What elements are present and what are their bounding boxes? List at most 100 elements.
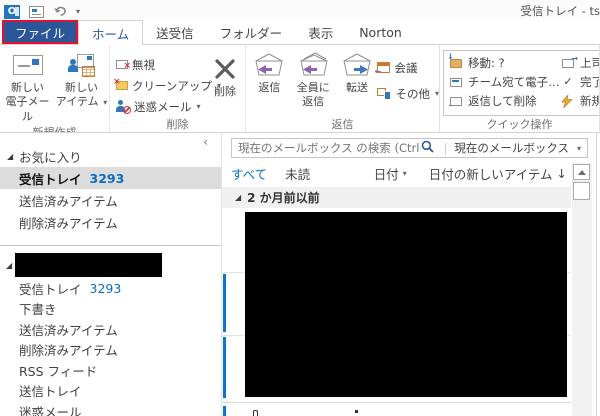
redacted-account-name [15,253,162,277]
sidebar-item-drafts[interactable]: 下書き [0,299,221,320]
reply-all-icon [296,49,330,81]
sidebar-item-sent-favorite[interactable]: 送信済みアイテム [0,189,221,211]
date-group-header[interactable]: ◢ 2 か月前以前 [222,187,571,208]
sidebar-divider [0,245,221,246]
sidebar-item-deleted-favorite[interactable]: 削除済みアイテム [0,211,221,233]
sidebar-item-inbox-favorite[interactable]: 受信トレイ 3293 [0,167,221,189]
folder-label: 受信トレイ [19,279,82,298]
junk-button[interactable]: 迷惑メール ▾ [116,98,208,115]
search-scope-value[interactable]: 現在のメールボックス [454,140,569,156]
junk-dropdown-icon: ▾ [197,102,201,111]
quick-step-create-new[interactable]: 新規 [561,91,600,110]
ignore-label: 無視 [132,57,155,73]
undo-icon[interactable] [53,2,67,21]
favorites-header[interactable]: ◢ お気に入り [0,145,221,167]
message-list-scrollbar[interactable] [572,163,592,416]
sort-by-date[interactable]: 日付 ▾ [374,164,407,183]
forward-icon [341,49,373,81]
filter-unread[interactable]: 未読 [285,164,310,183]
ignore-icon: × [116,60,128,69]
search-icon[interactable] [421,140,434,156]
tab-home[interactable]: ホーム [78,20,143,45]
forward-label: 転送 [346,81,368,95]
scroll-up-icon [578,170,586,175]
new-items-label-2: アイテム [56,95,99,108]
ignore-button[interactable]: × 無視 [116,56,208,73]
reply-all-button[interactable]: 全員に 返信 [290,45,337,116]
delete-button[interactable]: 削除 [208,45,242,116]
folder-pane: ‹ ◢ お気に入り 受信トレイ 3293 送信済みアイテム 削除済みアイテム ◢… [0,133,222,416]
folder-label: 受信トレイ [19,169,82,188]
quick-steps-gallery: ↓ 移動: ? チーム宛て電子… ← 返信して削除 → 上司 ✓ 完了 [443,50,600,116]
quick-step-reply-delete[interactable]: ← 返信して削除 [449,91,561,110]
new-items-label-1: 新しい [65,81,98,95]
tab-norton[interactable]: Norton [346,20,415,44]
reply-button[interactable]: 返信 [249,45,290,116]
redacted-message-list[interactable] [245,212,567,397]
group-label-quick-steps: クイック操作 [440,116,599,132]
meeting-icon: ← [377,62,390,73]
sidebar-item-deleted[interactable]: 削除済みアイテム [0,340,221,361]
more-respond-button[interactable]: その他 ▾ [377,85,439,102]
junk-icon [116,100,130,113]
quick-step-create-new-label: 新規 [580,93,600,109]
account-expand-icon[interactable]: ◢ [6,261,12,270]
search-box[interactable]: | 現在のメールボックス ▾ [231,138,588,158]
search-scope-dropdown-icon[interactable]: ▾ [577,144,581,153]
tab-file[interactable]: ファイル [2,20,78,44]
unread-count: 3293 [90,281,122,296]
cleanup-label: クリーンアップ [132,78,212,94]
team-email-icon [449,76,463,88]
meeting-button[interactable]: ← 会議 [377,59,439,76]
qat-customize-dropdown-icon[interactable]: ▾ [76,7,80,16]
tab-send-receive[interactable]: 送受信 [143,20,207,44]
favorites-expand-icon[interactable]: ◢ [7,152,13,161]
folder-label: 送信済みアイテム [19,191,118,210]
sidebar-item-junk[interactable]: 迷惑メール [0,401,221,416]
quick-step-done[interactable]: ✓ 完了 [561,72,600,91]
to-manager-icon: → [561,57,575,69]
scrollbar-thumb[interactable] [573,182,590,200]
cleanup-button[interactable]: × クリーンアップ ▾ [116,77,208,94]
sidebar-item-outbox[interactable]: 送信トレイ [0,381,221,402]
send-receive-icon[interactable] [29,6,44,18]
group-label-delete: 削除 [110,116,245,132]
message-list-body [222,208,571,416]
folder-label: 迷惑メール [19,402,82,416]
ribbon-group-quick-steps: ↓ 移動: ? チーム宛て電子… ← 返信して削除 → 上司 ✓ 完了 [440,45,600,132]
filter-sort-row: すべて 未読 日付 ▾ 日付の新しいアイテム ↓ [231,162,571,184]
quick-access-toolbar: O ▾ [4,2,80,21]
reply-all-label-1: 全員に [297,81,330,95]
sort-by-dropdown-icon: ▾ [403,169,407,178]
sidebar-item-sent[interactable]: 送信済みアイテム [0,319,221,340]
quick-step-team-email[interactable]: チーム宛て電子… [449,72,561,91]
tab-view[interactable]: 表示 [295,20,346,44]
filter-all[interactable]: すべて [231,164,267,183]
more-respond-dropdown-icon: ▾ [435,89,439,98]
search-input[interactable] [238,141,421,155]
new-items-button[interactable]: 新しい アイテム ▾ [56,45,108,124]
junk-label: 迷惑メール [134,99,192,115]
attachment-icon [253,410,258,416]
create-new-lightning-icon [561,95,575,107]
group-expand-icon[interactable]: ◢ [235,193,241,202]
new-email-button[interactable]: 新しい 電子メール [2,45,54,124]
sidebar-item-inbox[interactable]: 受信トレイ 3293 [0,278,221,299]
main-content: ‹ ◢ お気に入り 受信トレイ 3293 送信済みアイテム 削除済みアイテム ◢… [0,133,600,416]
minimize-folder-pane-icon[interactable]: ‹ [203,135,208,149]
forward-button[interactable]: 転送 [337,45,378,116]
quick-step-move[interactable]: ↓ 移動: ? [449,53,561,72]
scroll-up-button[interactable] [573,164,590,180]
ribbon-group-new: 新しい 電子メール 新しい アイテム ▾ 新規作成 [0,45,110,132]
tab-folder[interactable]: フォルダー [207,20,296,44]
folder-label: RSS フィード [19,361,97,380]
outlook-logo-icon: O [4,5,20,19]
sort-order[interactable]: 日付の新しいアイテム ↓ [429,164,567,183]
account-header[interactable]: ◢ [0,252,221,278]
reply-label: 返信 [258,81,280,95]
quick-step-to-manager[interactable]: → 上司 [561,53,600,72]
sidebar-item-rss[interactable]: RSS フィード [0,360,221,381]
new-email-label-1: 新しい [11,81,44,95]
unread-indicator-bar [223,274,226,332]
message-fragment [355,410,358,413]
